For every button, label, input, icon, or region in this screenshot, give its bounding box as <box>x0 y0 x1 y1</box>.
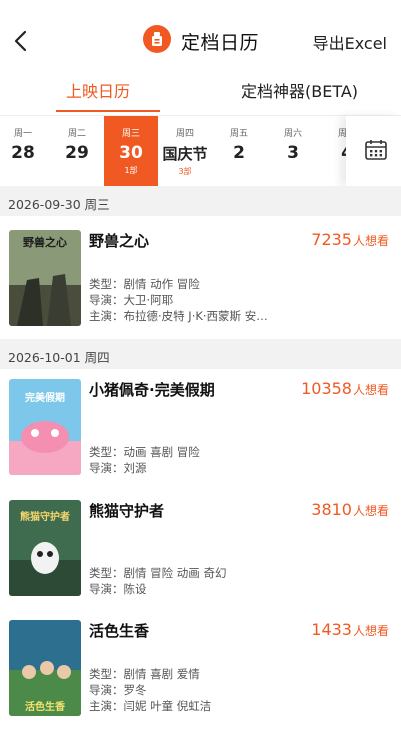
date-item[interactable]: 周一 28 <box>0 116 50 186</box>
poster-title-text: 活色生香 <box>25 700 65 713</box>
want-number: 10358 <box>301 379 352 398</box>
movie-poster[interactable]: 完美假期 <box>9 379 81 475</box>
movie-genre: 类型：剧情 动作 冒险 <box>89 277 200 291</box>
day-number: 30 <box>119 143 143 163</box>
section-date: 2026-10-01 周四 <box>8 350 110 365</box>
section-date: 2026-09-30 周三 <box>8 197 110 212</box>
movie-title: 活色生香 <box>89 622 150 640</box>
weekday-label: 周五 <box>229 129 248 139</box>
day-number: 28 <box>11 143 35 163</box>
movie-title: 野兽之心 <box>89 232 150 250</box>
poster-title-text: 熊猫守护者 <box>20 510 70 523</box>
calendar-icon[interactable] <box>364 138 388 162</box>
date-section-header: 2026-10-01 周四 <box>0 339 401 369</box>
movie-poster[interactable]: 活色生香 <box>9 620 81 716</box>
export-excel-button[interactable]: 导出Excel <box>313 30 387 54</box>
day-number: 29 <box>65 143 89 163</box>
movie-director: 导演：陈设 <box>89 582 147 596</box>
movie-poster[interactable]: 野兽之心 <box>9 230 81 326</box>
day-number: 3 <box>287 143 299 163</box>
want-unit: 人想看 <box>352 234 389 248</box>
want-to-see-count: 3810人想看 <box>311 500 389 519</box>
active-tab-indicator <box>56 110 160 112</box>
want-unit: 人想看 <box>352 624 389 638</box>
want-unit: 人想看 <box>352 504 389 518</box>
movie-genre: 类型：剧情 冒险 动画 奇幻 <box>89 566 227 580</box>
tab-bar: 上映日历 定档神器(BETA) <box>0 68 401 114</box>
want-to-see-count: 1433人想看 <box>311 620 389 639</box>
date-item[interactable]: 周六 3 <box>266 116 320 186</box>
movie-genre: 类型：动画 喜剧 冒险 <box>89 445 200 459</box>
tab-release-calendar[interactable]: 上映日历 <box>66 78 130 102</box>
movie-item[interactable]: 完美假期 小猪佩奇·完美假期 10358人想看 类型：动画 喜剧 冒险 导演：刘… <box>0 379 401 497</box>
movie-cast: 主演：布拉德·皮特 J·K·西蒙斯 安… <box>89 309 268 323</box>
weekday-label: 周三 <box>121 129 140 139</box>
movie-director: 导演：刘源 <box>89 461 147 475</box>
movie-item[interactable]: 活色生香 活色生香 1433人想看 类型：剧情 喜剧 爱情 导演：罗冬 主演：闫… <box>0 620 401 733</box>
date-item[interactable]: 周二 29 <box>50 116 104 186</box>
movie-item[interactable]: 野兽之心 野兽之心 7235人想看 类型：剧情 动作 冒险 导演：大卫·阿耶 主… <box>0 230 401 348</box>
poster-title-text: 野兽之心 <box>23 235 67 249</box>
day-number: 国庆节 <box>162 145 208 163</box>
app-logo-icon <box>143 25 171 53</box>
want-to-see-count: 7235人想看 <box>311 230 389 249</box>
movie-genre: 类型：剧情 喜剧 爱情 <box>89 667 200 681</box>
weekday-label: 周四 <box>175 129 194 139</box>
date-item[interactable]: 周四 国庆节 3部 <box>158 116 212 186</box>
date-item-selected[interactable]: 周三 30 1部 <box>104 116 158 186</box>
want-to-see-count: 10358人想看 <box>301 379 389 398</box>
date-strip: 周一 28 周二 29 周三 30 1部 周四 国庆节 3部 周五 2 周六 3… <box>0 116 401 186</box>
date-item[interactable]: 周五 2 <box>212 116 266 186</box>
weekday-label: 周一 <box>13 129 32 139</box>
movie-item[interactable]: 熊猫守护者 熊猫守护者 3810人想看 类型：剧情 冒险 动画 奇幻 导演：陈设 <box>0 500 401 618</box>
movie-count: 3部 <box>178 167 192 176</box>
tab-schedule-tool[interactable]: 定档神器(BETA) <box>241 78 358 102</box>
poster-title-text: 完美假期 <box>25 391 65 404</box>
want-number: 7235 <box>311 230 352 249</box>
want-number: 1433 <box>311 620 352 639</box>
want-number: 3810 <box>311 500 352 519</box>
weekday-label: 周二 <box>67 129 86 139</box>
weekday-label: 周六 <box>283 129 302 139</box>
movie-title: 熊猫守护者 <box>89 502 165 520</box>
movie-count: 1部 <box>124 166 138 175</box>
movie-cast: 主演：闫妮 叶童 倪虹洁 <box>89 699 212 713</box>
page-title: 定档日历 <box>181 32 260 54</box>
back-arrow-icon[interactable] <box>10 28 32 54</box>
movie-director: 导演：大卫·阿耶 <box>89 293 174 307</box>
want-unit: 人想看 <box>352 383 389 397</box>
date-section-header: 2026-09-30 周三 <box>0 186 401 216</box>
day-number: 2 <box>233 143 245 163</box>
movie-title: 小猪佩奇·完美假期 <box>89 381 215 399</box>
movie-poster[interactable]: 熊猫守护者 <box>9 500 81 596</box>
movie-director: 导演：罗冬 <box>89 683 147 697</box>
